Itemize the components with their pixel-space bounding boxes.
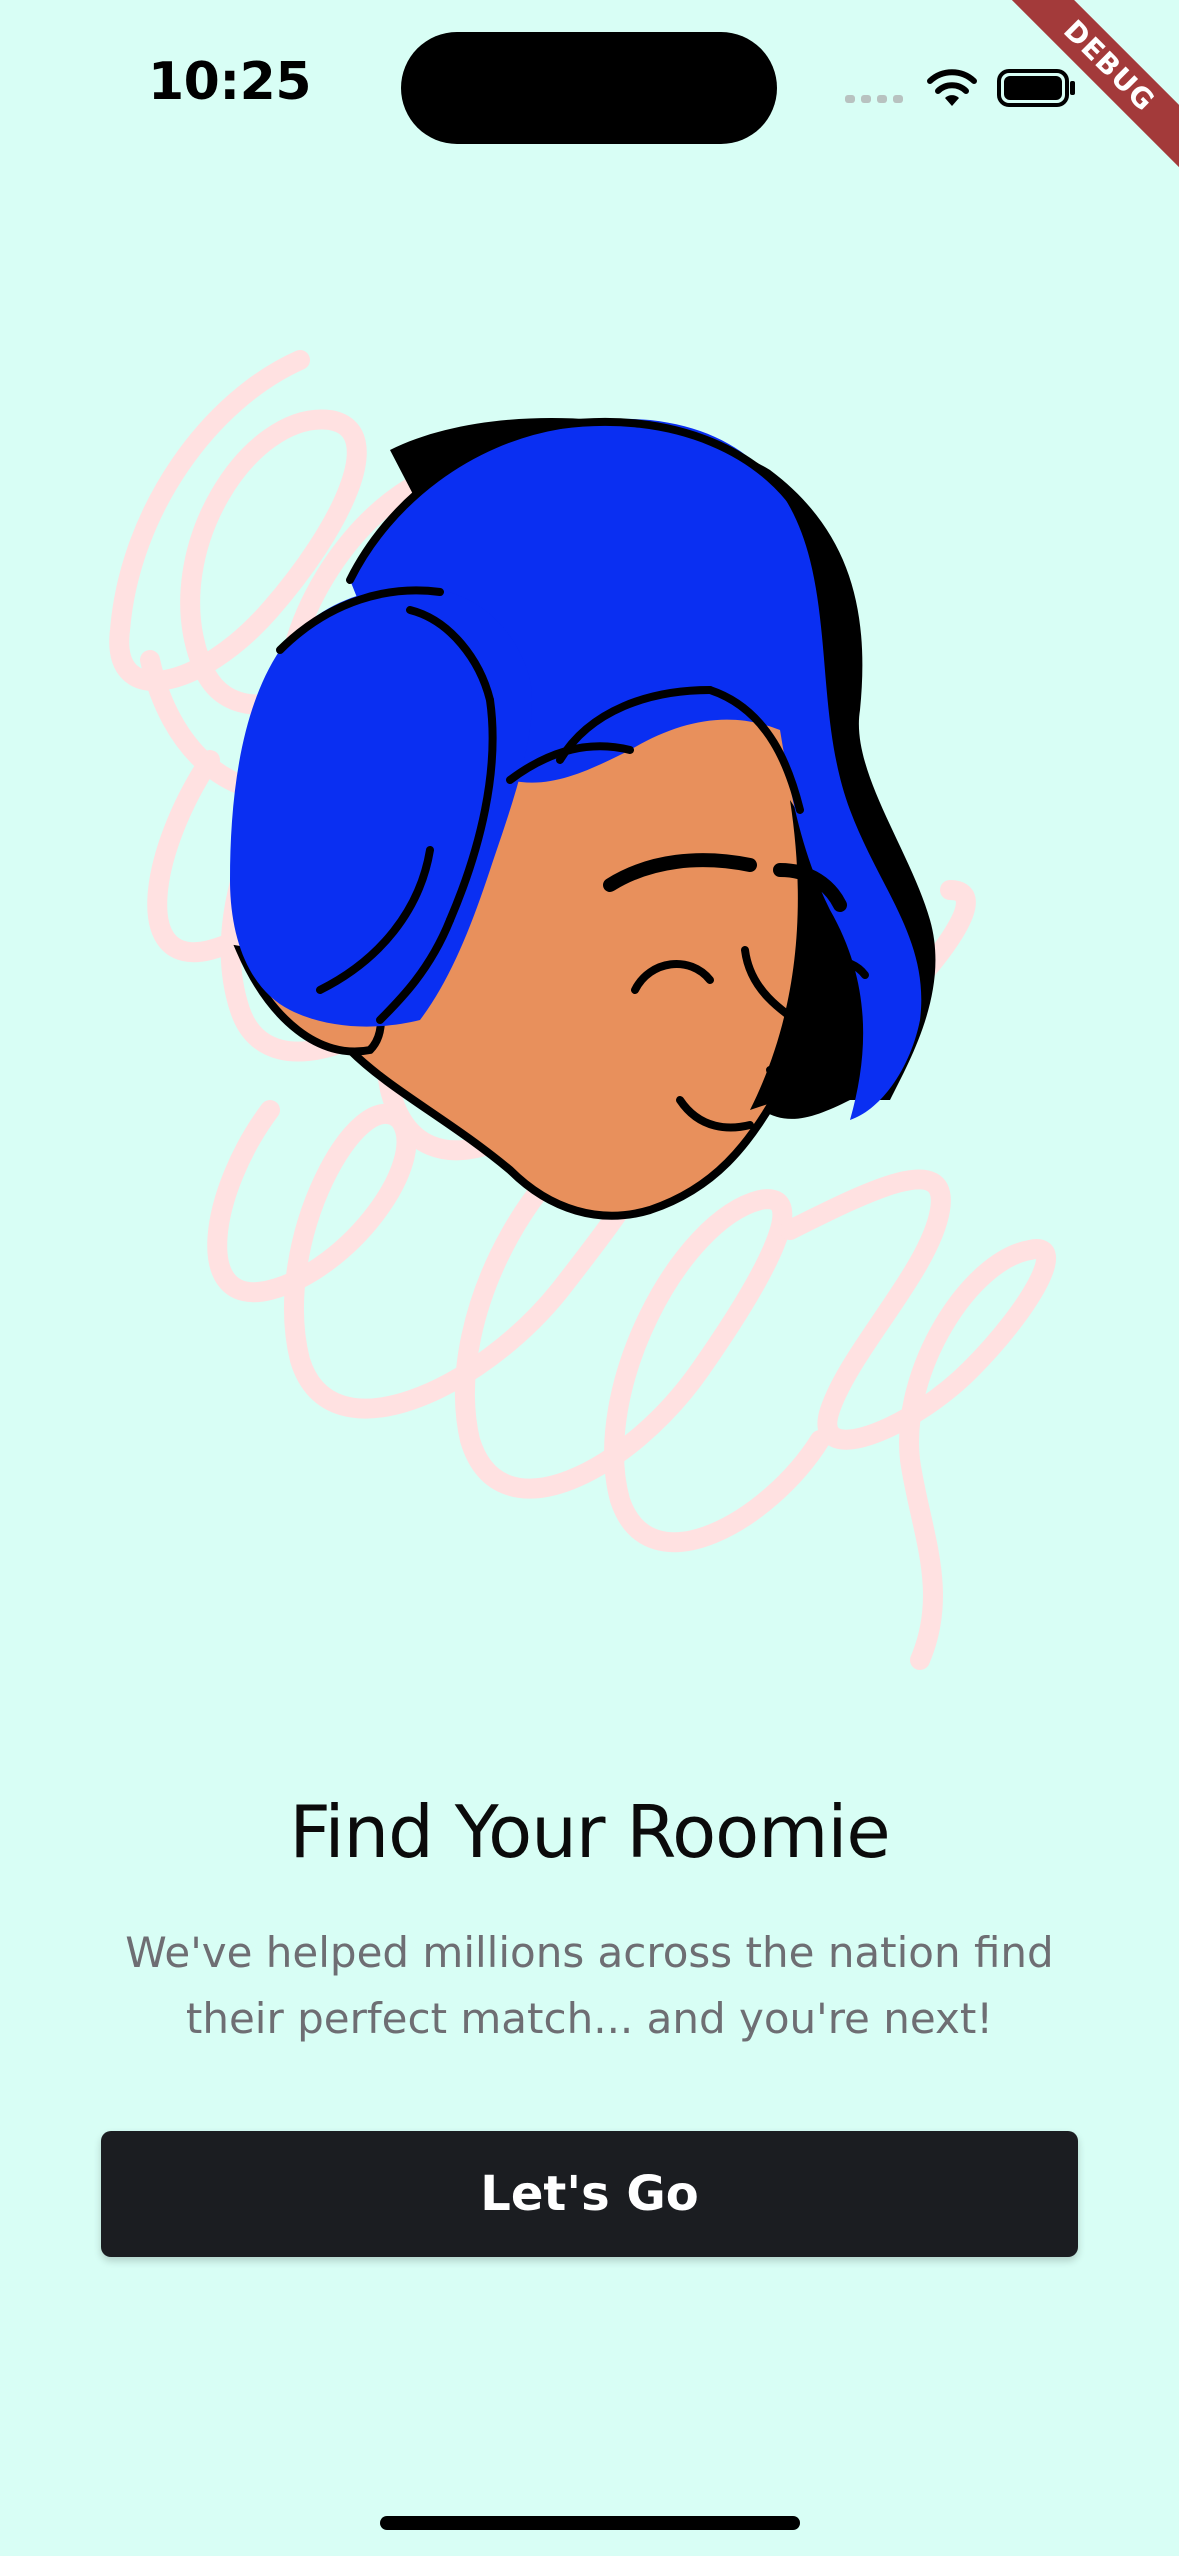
status-time: 10:25 [148,52,312,112]
wifi-icon [927,69,977,106]
lets-go-button[interactable]: Let's Go [101,2131,1078,2257]
page-subtitle: We've helped millions across the nation … [125,1928,1054,2043]
lets-go-button-label: Let's Go [480,2166,699,2222]
signal-dots-icon [845,95,903,103]
home-indicator[interactable] [380,2516,800,2530]
page-title: Find Your Roomie [289,1790,890,1874]
dynamic-island [401,32,777,144]
battery-icon [997,69,1075,107]
onboarding-screen: 10:25 DEBUG Find Your Roomie We've helpe… [0,0,1179,2556]
smiling-girl-avatar-icon [109,350,1057,1670]
